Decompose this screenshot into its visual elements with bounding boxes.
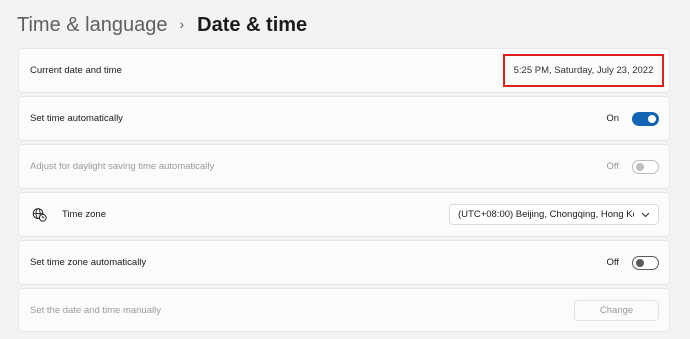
set-time-automatically-row: Set time automatically On xyxy=(18,96,670,141)
time-zone-label: Time zone xyxy=(62,209,106,220)
set-time-automatically-toggle-group: On xyxy=(606,111,659,126)
breadcrumb: Time & language › Date & time xyxy=(17,10,307,40)
globe-clock-icon xyxy=(31,207,47,223)
breadcrumb-parent-link[interactable]: Time & language xyxy=(17,14,167,37)
time-zone-selected-value: (UTC+08:00) Beijing, Chongqing, Hong Kon… xyxy=(458,209,634,220)
set-time-zone-automatically-toggle-group: Off xyxy=(606,255,659,270)
set-date-time-manually-row: Set the date and time manually Change xyxy=(18,288,670,332)
time-zone-dropdown[interactable]: (UTC+08:00) Beijing, Chongqing, Hong Kon… xyxy=(449,204,659,225)
daylight-saving-row: Adjust for daylight saving time automati… xyxy=(18,144,670,189)
set-time-zone-automatically-row: Set time zone automatically Off xyxy=(18,240,670,285)
current-datetime-row: Current date and time 5:25 PM, Saturday,… xyxy=(18,48,670,93)
daylight-saving-toggle[interactable] xyxy=(632,159,659,174)
page-title: Date & time xyxy=(197,13,308,36)
change-button[interactable]: Change xyxy=(574,299,659,321)
set-time-zone-automatically-label: Set time zone automatically xyxy=(30,257,147,268)
chevron-down-icon xyxy=(640,210,650,220)
set-time-automatically-toggle[interactable] xyxy=(632,111,659,126)
settings-page: Time & language › Date & time Current da… xyxy=(0,0,690,339)
set-time-automatically-state: On xyxy=(606,113,619,124)
daylight-saving-label: Adjust for daylight saving time automati… xyxy=(30,161,215,172)
daylight-saving-toggle-group: Off xyxy=(606,159,659,174)
breadcrumb-separator: › xyxy=(179,16,185,32)
set-time-zone-automatically-toggle[interactable] xyxy=(632,255,659,270)
current-datetime-highlight-box: 5:25 PM, Saturday, July 23, 2022 xyxy=(503,54,664,87)
current-datetime-value: 5:25 PM, Saturday, July 23, 2022 xyxy=(513,65,654,76)
daylight-saving-state: Off xyxy=(606,161,620,172)
set-time-automatically-label: Set time automatically xyxy=(30,113,123,124)
set-time-zone-automatically-state: Off xyxy=(606,257,620,268)
set-date-time-manually-label: Set the date and time manually xyxy=(30,304,161,316)
time-zone-row: Time zone (UTC+08:00) Beijing, Chongqing… xyxy=(18,192,670,237)
